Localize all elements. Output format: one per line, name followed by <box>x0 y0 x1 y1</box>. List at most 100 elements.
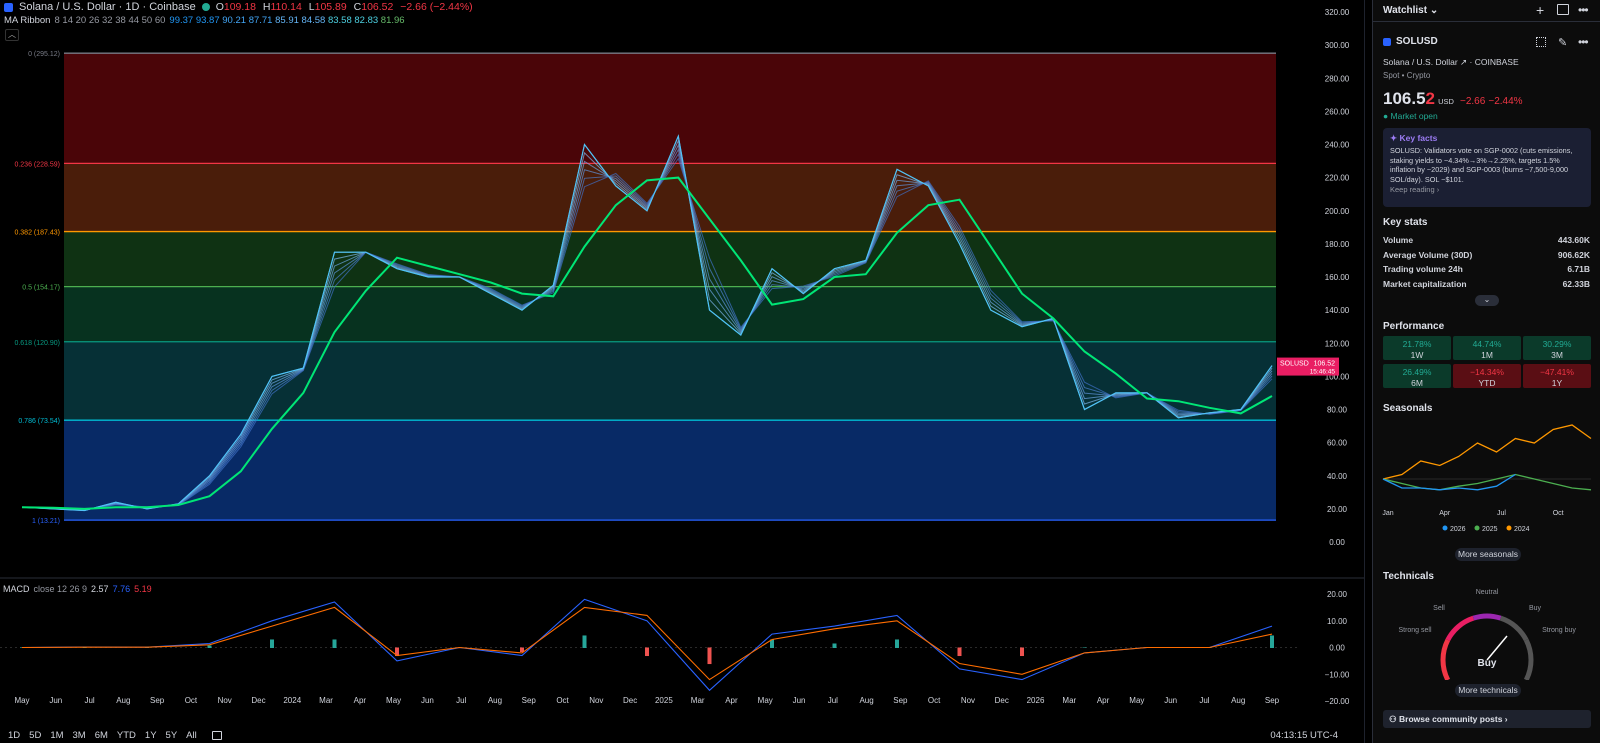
range-button-1d[interactable]: 1D <box>8 730 20 741</box>
clock[interactable]: 04:13:15 UTC-4 <box>1270 730 1338 741</box>
range-button-1y[interactable]: 1Y <box>145 730 157 741</box>
macd-histogram-bar <box>645 647 649 657</box>
range-button-ytd[interactable]: YTD <box>117 730 136 741</box>
more-seasonals-button[interactable]: More seasonals <box>1455 548 1521 561</box>
macd-histogram-bar <box>207 645 212 648</box>
performance-value: 26.49% <box>1402 367 1432 377</box>
time-axis-label: Nov <box>589 696 603 705</box>
calendar-icon[interactable] <box>211 730 222 740</box>
time-axis-label: Jun <box>1164 696 1177 705</box>
gauge-arc-segment <box>1440 638 1451 680</box>
detail-more-icon[interactable]: ••• <box>1578 35 1589 49</box>
gauge-label: Sell <box>1433 605 1445 612</box>
ma-ribbon-legend[interactable]: MA Ribbon 8 14 20 26 32 38 44 50 60 99.3… <box>4 15 405 26</box>
time-axis-label: Oct <box>556 696 569 705</box>
range-button-5d[interactable]: 5D <box>29 730 41 741</box>
gauge-label: Buy <box>1529 605 1542 612</box>
key-stat-value: 443.60K <box>1557 235 1590 245</box>
status-dot-icon: ● <box>1383 111 1389 121</box>
seasonals-month-label: Jan <box>1382 510 1393 517</box>
performance-cell-ytd[interactable]: −14.34% YTD <box>1453 364 1521 388</box>
panel-divider[interactable] <box>1364 0 1372 743</box>
expand-stats-icon[interactable]: ⌄ <box>1475 295 1499 306</box>
performance-cell-1m[interactable]: 44.74% 1M <box>1453 336 1521 360</box>
macd-histogram-bar <box>270 639 274 648</box>
seasonals-month-label: Oct <box>1553 510 1564 517</box>
edit-note-icon[interactable]: ✎ <box>1558 36 1567 49</box>
range-button-1m[interactable]: 1M <box>50 730 63 741</box>
fib-zone <box>64 163 1276 232</box>
seasonals-legend-dot <box>1506 525 1512 531</box>
keep-reading-link[interactable]: Keep reading › <box>1390 185 1584 194</box>
ma-value: 81.96 <box>380 15 405 26</box>
fib-level-label: 0.618 (120.90) <box>14 340 60 347</box>
range-button-5y[interactable]: 5Y <box>166 730 178 741</box>
price-axis-label: 200.00 <box>1325 207 1350 216</box>
key-stat-label: Market capitalization <box>1383 278 1467 289</box>
gauge-result: Buy <box>1478 658 1497 669</box>
chart-area[interactable]: 0 (295.12) 0.236 (228.59) 0.382 (187.43) 0.… <box>0 0 1364 743</box>
coinbase-logo-icon <box>4 2 13 12</box>
price-tag-price: 106.52 <box>1314 361 1336 368</box>
community-posts-button[interactable]: ⚇ Browse community posts › <box>1383 710 1591 728</box>
fib-level-label: 1 (13.21) <box>32 518 60 525</box>
technicals-gauge[interactable]: Neutral Sell Buy Strong sell Strong buy Buy <box>1373 580 1600 680</box>
watchlist-title[interactable]: Watchlist ⌄ <box>1383 5 1438 16</box>
price-axis-label: 240.00 <box>1325 141 1350 150</box>
more-technicals-button[interactable]: More technicals <box>1455 684 1521 697</box>
price-chart-svg[interactable]: 0 (295.12) 0.236 (228.59) 0.382 (187.43) 0.… <box>0 0 1364 743</box>
grid-view-icon[interactable] <box>1536 37 1546 47</box>
symbol-title[interactable]: Solana / U.S. Dollar · 1D · Coinbase <box>19 1 196 13</box>
performance-value: −14.34% <box>1470 367 1504 377</box>
range-button-all[interactable]: All <box>186 730 197 741</box>
time-axis-label: Jun <box>421 696 434 705</box>
time-axis-label: Nov <box>218 696 232 705</box>
gauge-label: Strong sell <box>1398 627 1432 634</box>
performance-period: 1W <box>1410 350 1424 360</box>
time-axis-label: Jul <box>456 696 466 705</box>
price-axis-label: 60.00 <box>1327 439 1348 448</box>
detail-name[interactable]: Solana / U.S. Dollar ↗ · COINBASE <box>1383 57 1519 68</box>
performance-value: 21.78% <box>1402 339 1432 349</box>
chevron-down-icon: ⌄ <box>1429 5 1439 16</box>
key-facts-card[interactable]: ✦ Key facts SOLUSD: Validators vote on S… <box>1383 128 1591 207</box>
right-sidebar: Watchlist ⌄ + ••• SOLUSD ✎ ••• Solana / … <box>1372 0 1600 743</box>
market-status-dot-icon <box>201 3 210 11</box>
fib-level-label: 0.382 (187.43) <box>14 230 60 237</box>
detail-symbol[interactable]: SOLUSD <box>1396 36 1438 47</box>
price-axis-label: 20.00 <box>1327 505 1348 514</box>
performance-cell-1y[interactable]: −47.41% 1Y <box>1523 364 1591 388</box>
key-stat-label: Trading volume 24h <box>1383 264 1463 274</box>
key-stat-row: Average Volume (30D) 906.62K <box>1383 250 1590 260</box>
layout-icon[interactable] <box>1557 4 1569 15</box>
range-button-3m[interactable]: 3M <box>73 730 86 741</box>
macd-histogram-bar <box>582 635 587 648</box>
price-tag[interactable]: SOLUSD 106.5215:46:45 <box>1277 357 1339 376</box>
more-icon[interactable]: ••• <box>1578 3 1589 17</box>
collapse-legend-button[interactable]: ︿ <box>5 29 19 41</box>
price-axis-label: 40.00 <box>1327 472 1348 481</box>
performance-cell-1w[interactable]: 21.78% 1W <box>1383 336 1451 360</box>
macd-axis-label: 0.00 <box>1329 644 1345 653</box>
range-button-6m[interactable]: 6M <box>95 730 108 741</box>
ma-value: 99.37 <box>169 15 196 26</box>
performance-cell-3m[interactable]: 30.29% 3M <box>1523 336 1591 360</box>
detail-meta: Spot • Crypto <box>1383 71 1431 80</box>
macd-legend[interactable]: MACD close 12 26 9 2.57 7.76 5.19 <box>3 584 152 594</box>
bottom-toolbar: 1D 5D 1M 3M 6M YTD 1Y 5Y All 04:13:15 UTC-4 <box>0 727 1364 743</box>
performance-period: 1Y <box>1551 378 1563 388</box>
time-axis-label: Mar <box>319 696 333 705</box>
time-axis-label: May <box>1129 696 1144 705</box>
performance-value: −47.41% <box>1540 367 1574 377</box>
performance-value: 30.29% <box>1542 339 1572 349</box>
add-symbol-icon[interactable]: + <box>1536 2 1544 18</box>
macd-histogram-bar <box>1020 647 1024 657</box>
price-axis-label: 280.00 <box>1325 74 1350 83</box>
symbol-legend: Solana / U.S. Dollar · 1D · Coinbase O10… <box>4 0 477 14</box>
fib-level-label: 0.236 (228.59) <box>14 161 60 168</box>
performance-cell-6m[interactable]: 26.49% 6M <box>1383 364 1451 388</box>
price-axis-label: 300.00 <box>1325 41 1350 50</box>
fib-zone <box>64 53 1276 164</box>
seasonals-chart[interactable]: Jan Apr Jul Oct 2026 2025 2024 <box>1373 413 1600 553</box>
time-axis-label: May <box>758 696 773 705</box>
